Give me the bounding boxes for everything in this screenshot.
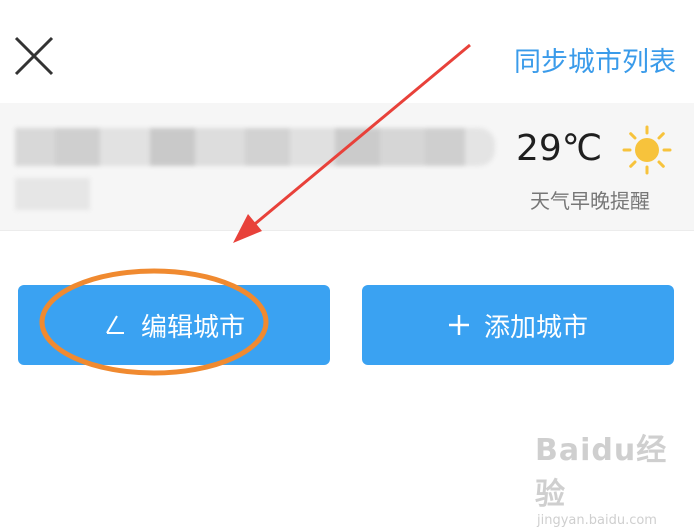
watermark-line1: Baidu经验	[535, 433, 668, 512]
close-icon	[14, 36, 54, 76]
add-city-button[interactable]: 添加城市	[362, 285, 674, 365]
temperature-value: 29℃	[516, 128, 603, 169]
edit-icon	[106, 315, 124, 334]
blurred-location-detail	[15, 178, 90, 210]
watermark-line2: jingyan.baidu.com	[537, 513, 657, 528]
close-button[interactable]	[12, 34, 56, 78]
add-city-label: 添加城市	[483, 312, 588, 343]
baidu-watermark: Baidu经验 jingyan.baidu.com	[535, 425, 675, 528]
sun-icon	[622, 125, 672, 175]
weather-reminder-link[interactable]: 天气早晚提醒	[530, 185, 650, 214]
edit-city-label: 编辑城市	[140, 312, 245, 343]
blurred-location-name	[15, 128, 495, 166]
edit-city-button[interactable]: 编辑城市	[18, 285, 330, 365]
plus-icon	[448, 315, 469, 335]
sync-city-list-link[interactable]: 同步城市列表	[514, 40, 676, 79]
